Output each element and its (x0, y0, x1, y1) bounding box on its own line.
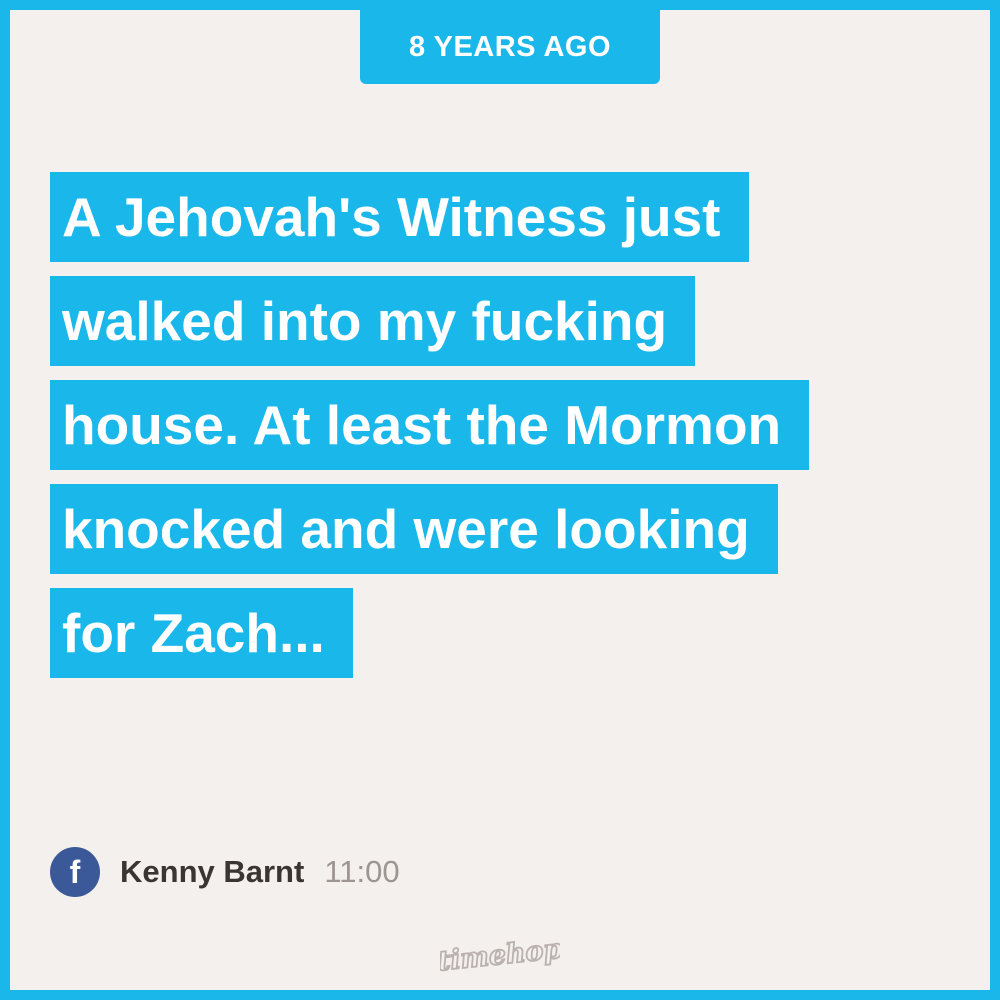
author-name: Kenny Barnt (120, 854, 305, 889)
post-text-line: A Jehovah's Witness just (50, 172, 749, 262)
years-ago-label: 8 YEARS AGO (408, 30, 612, 63)
years-ago-tab: 8 YEARS AGO (360, 10, 660, 84)
facebook-icon-glyph: f (69, 853, 81, 890)
timehop-logo-text: timehop (440, 934, 560, 978)
memory-card: 8 YEARS AGO A Jehovah's Witness just wal… (10, 10, 990, 990)
author-row: f Kenny Barnt 11:00 (50, 847, 400, 897)
facebook-icon: f (50, 847, 100, 897)
post-text: A Jehovah's Witness just walked into my … (50, 172, 970, 692)
post-text-line: house. At least the Mormon (50, 380, 810, 470)
timehop-logo: timehop (440, 933, 560, 979)
post-text-line: walked into my fucking (50, 276, 696, 366)
post-time: 11:00 (324, 854, 400, 889)
post-text-line: for Zach... (50, 588, 353, 678)
post-text-line: knocked and were looking (50, 484, 778, 574)
